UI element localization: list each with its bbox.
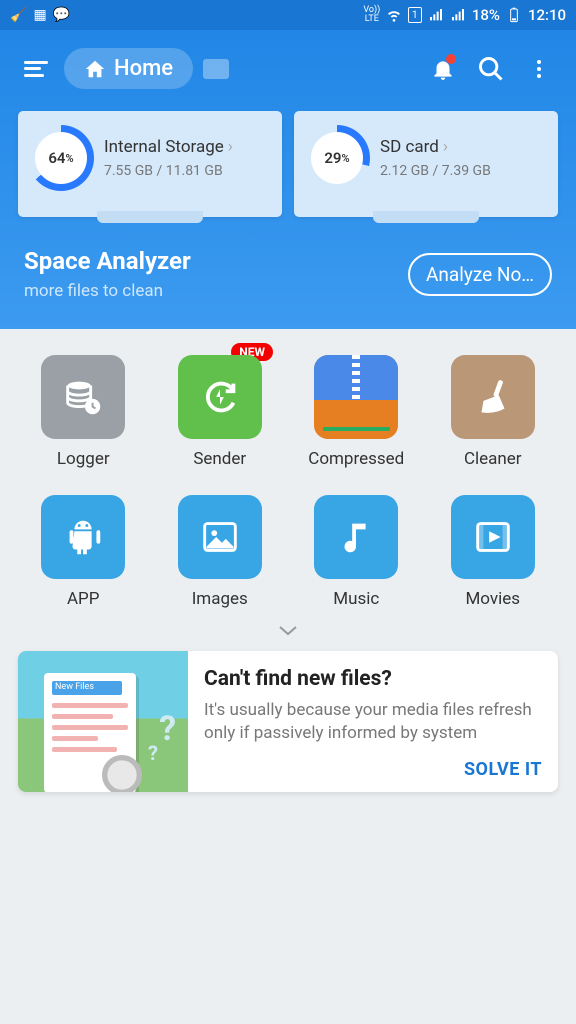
battery-percent: 18%: [472, 6, 500, 24]
storage-cards: 64% Internal Storage › 7.55 GB / 11.81 G…: [18, 111, 558, 217]
tool-images[interactable]: Images: [157, 495, 284, 609]
analyzer-subtitle: more files to clean: [24, 281, 191, 301]
tool-movies[interactable]: Movies: [430, 495, 557, 609]
app-icon-1: 🧹: [10, 7, 27, 23]
promo-illus-label: New Files: [52, 681, 122, 695]
sender-icon: [178, 355, 262, 439]
signal-icon-2: [450, 7, 466, 23]
signal-icon-1: [428, 7, 444, 23]
clock: 12:10: [528, 6, 566, 24]
compressed-icon: [314, 355, 398, 439]
home-tab[interactable]: Home: [64, 48, 193, 89]
status-bar: 🧹 ▦ 💬 Vo)) LTE 1 18% 12:10: [0, 0, 576, 30]
tool-app[interactable]: APP: [20, 495, 147, 609]
android-icon: [41, 495, 125, 579]
promo-card[interactable]: New Files ? ? Can't find new files? It's…: [18, 651, 558, 792]
tool-sender[interactable]: NEW Sender: [157, 355, 284, 469]
tool-compressed[interactable]: Compressed: [293, 355, 420, 469]
sd-card-card[interactable]: 29% SD card › 2.12 GB / 7.39 GB: [294, 111, 558, 217]
messenger-icon: 💬: [53, 7, 70, 23]
chevron-right-icon: ›: [228, 137, 233, 157]
tool-logger[interactable]: Logger: [20, 355, 147, 469]
tool-cleaner[interactable]: Cleaner: [430, 355, 557, 469]
sd-card-size: 2.12 GB / 7.39 GB: [380, 163, 548, 179]
expand-tools-button[interactable]: [0, 617, 576, 651]
chevron-right-icon: ›: [443, 137, 448, 157]
space-analyzer-row: Space Analyzer more files to clean Analy…: [18, 217, 558, 329]
internal-storage-title: Internal Storage: [104, 137, 224, 157]
sd-card-ring: 29%: [304, 125, 370, 191]
notification-badge: [446, 54, 456, 64]
magnifier-icon: [98, 751, 162, 792]
promo-heading: Can't find new files?: [204, 667, 542, 691]
menu-button[interactable]: [18, 51, 54, 87]
notifications-button[interactable]: [424, 50, 462, 88]
logger-icon: [41, 355, 125, 439]
promo-body: It's usually because your media files re…: [204, 699, 542, 745]
promo-action-button[interactable]: SOLVE IT: [204, 759, 542, 780]
cleaner-icon: [451, 355, 535, 439]
home-label: Home: [114, 56, 173, 81]
home-icon: [84, 58, 106, 80]
music-note-icon: [314, 495, 398, 579]
more-vert-icon: [527, 57, 551, 81]
analyzer-title: Space Analyzer: [24, 247, 191, 275]
volte-icon: Vo)) LTE: [364, 7, 380, 23]
tool-music[interactable]: Music: [293, 495, 420, 609]
search-icon: [477, 55, 505, 83]
wifi-icon: [386, 7, 402, 23]
internal-storage-ring: 64%: [28, 125, 94, 191]
sd-card-title: SD card: [380, 137, 439, 157]
analyze-now-button[interactable]: Analyze No…: [408, 253, 552, 296]
battery-icon: [506, 7, 522, 23]
app-icon-2: ▦: [33, 7, 46, 23]
window-icon[interactable]: [203, 59, 229, 79]
search-button[interactable]: [472, 50, 510, 88]
movies-icon: [451, 495, 535, 579]
picture-icon: [178, 495, 262, 579]
tools-grid: Logger NEW Sender Compressed Cleaner APP…: [0, 329, 576, 617]
sim-icon: 1: [408, 7, 422, 23]
internal-storage-card[interactable]: 64% Internal Storage › 7.55 GB / 11.81 G…: [18, 111, 282, 217]
promo-illustration: New Files ? ?: [18, 651, 188, 792]
question-mark-icon: ?: [159, 709, 176, 749]
app-header: Home 64% Internal Storage › 7.55 GB / 11…: [0, 30, 576, 329]
overflow-button[interactable]: [520, 50, 558, 88]
hamburger-icon: [24, 61, 48, 77]
chevron-down-icon: [276, 623, 300, 637]
internal-storage-size: 7.55 GB / 11.81 GB: [104, 163, 272, 179]
